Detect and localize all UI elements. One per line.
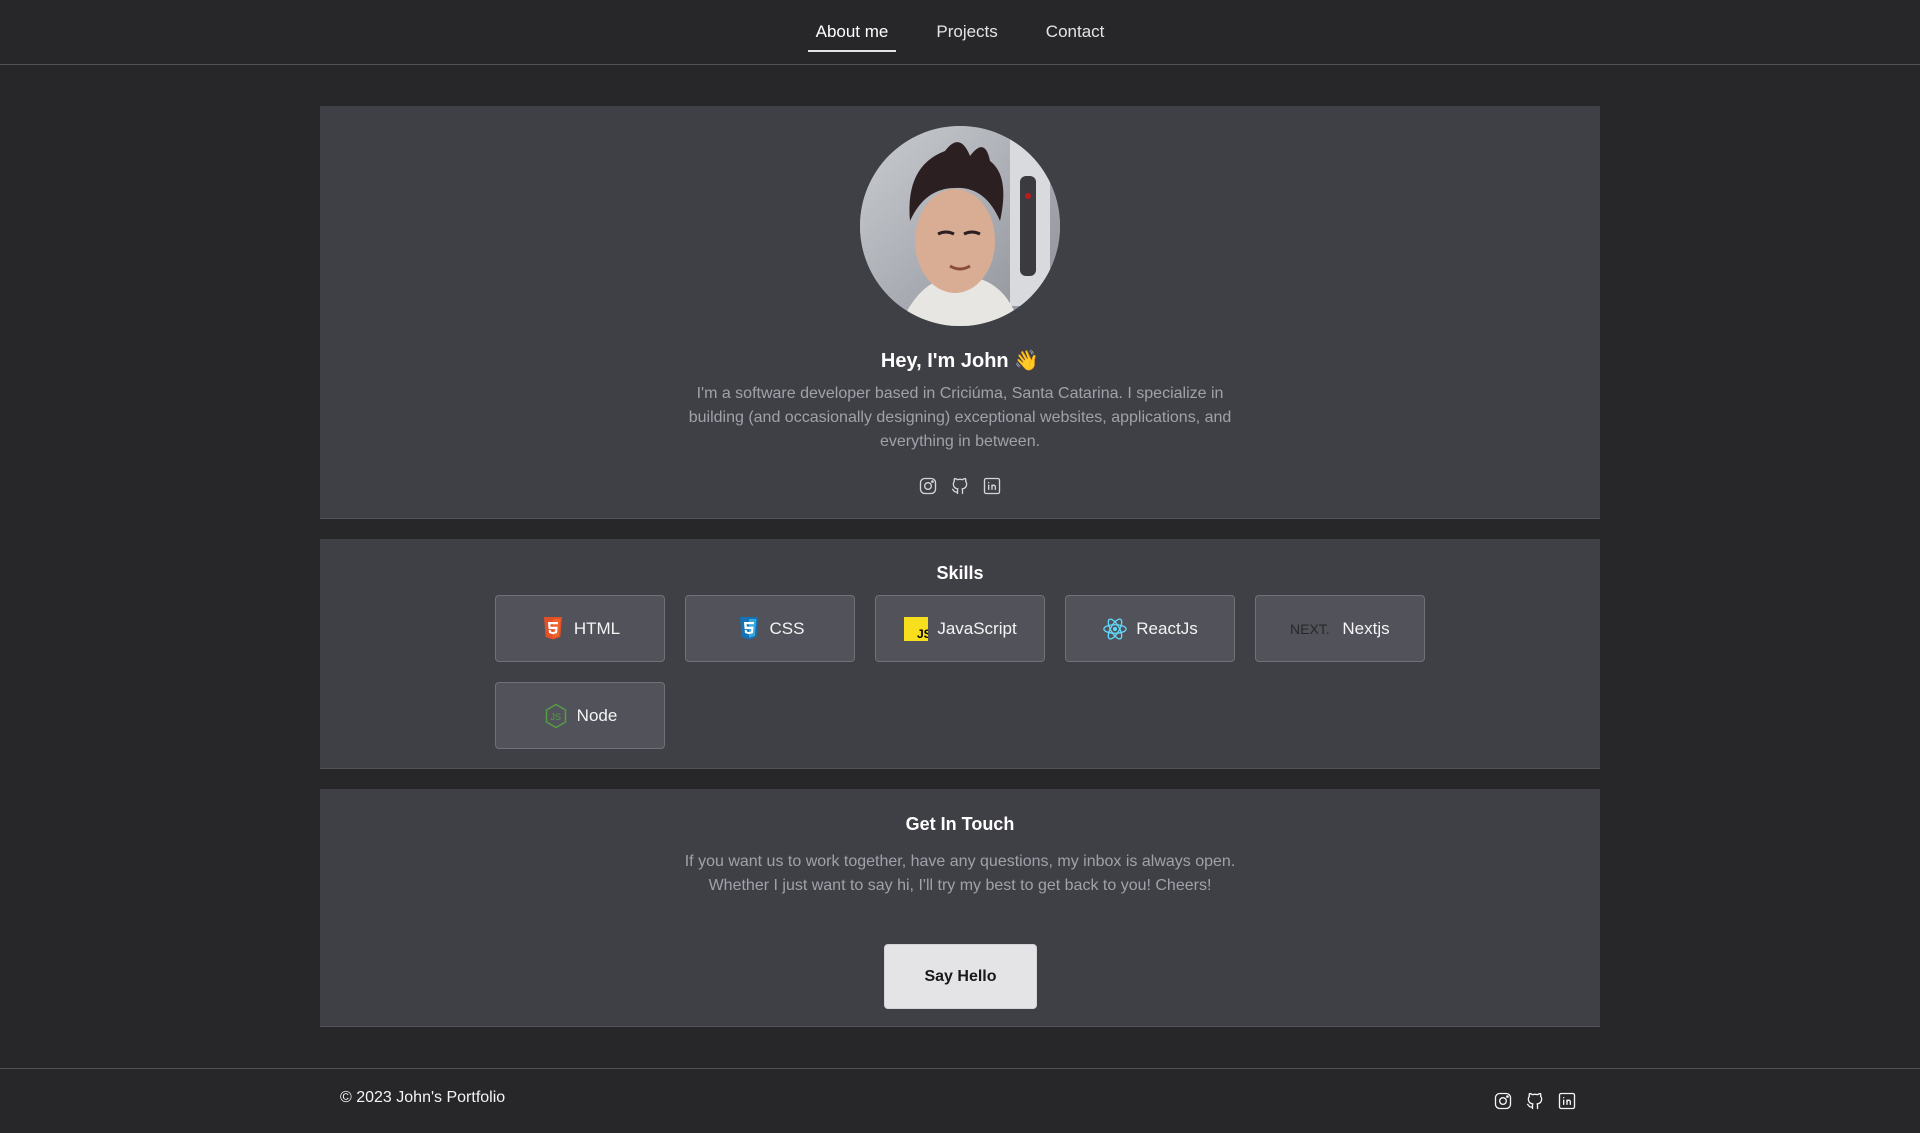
skill-label: HTML [573, 618, 621, 638]
nextjs-icon: NEXT. [1290, 616, 1334, 642]
contact-title: Get In Touch [905, 814, 1015, 834]
avatar [860, 126, 1060, 326]
svg-text:JS: JS [550, 712, 561, 722]
html5-icon [540, 616, 566, 642]
footer: © 2023 John's Portfolio [0, 1068, 1920, 1133]
greeting-heading: Hey, I'm John 👋 [880, 350, 1040, 372]
skill-nextjs[interactable]: NEXT. Nextjs [1255, 595, 1425, 662]
instagram-icon[interactable] [918, 476, 938, 496]
linkedin-icon[interactable] [982, 476, 1002, 496]
skills-title: Skills [936, 563, 984, 583]
say-hello-button[interactable]: Say Hello [884, 944, 1037, 1009]
contact-card: Get In Touch If you want us to work toge… [320, 789, 1600, 1027]
react-icon [1102, 616, 1128, 642]
copyright-text: © 2023 John's Portfolio [340, 1089, 506, 1106]
skill-label: Node [576, 705, 618, 725]
instagram-icon[interactable] [1493, 1091, 1513, 1111]
skill-html[interactable]: HTML [495, 595, 665, 662]
about-card: Hey, I'm John 👋 I'm a software developer… [320, 106, 1600, 519]
social-links [320, 476, 1600, 496]
linkedin-icon[interactable] [1557, 1091, 1577, 1111]
nav-menu: About me Projects Contact [807, 0, 1113, 64]
nav-about-me[interactable]: About me [807, 0, 897, 64]
javascript-icon: JS [903, 616, 929, 642]
skill-javascript[interactable]: JS JavaScript [875, 595, 1045, 662]
top-navigation: About me Projects Contact [0, 0, 1920, 65]
skill-reactjs[interactable]: ReactJs [1065, 595, 1235, 662]
github-icon[interactable] [1525, 1091, 1545, 1111]
css3-icon [736, 616, 762, 642]
nav-contact[interactable]: Contact [1038, 0, 1113, 64]
bio-text: I'm a software developer based in Criciú… [688, 385, 1232, 450]
github-icon[interactable] [950, 476, 970, 496]
skill-node[interactable]: JS Node [495, 682, 665, 749]
main-content: Hey, I'm John 👋 I'm a software developer… [0, 65, 1920, 1068]
svg-text:NEXT.: NEXT. [1290, 621, 1330, 637]
skill-label: CSS [769, 618, 805, 638]
avatar-illustration [860, 126, 1060, 326]
skills-card: Skills HTML CSS JS JavaScript ReactJs NE… [320, 539, 1600, 769]
skill-label: Nextjs [1342, 618, 1390, 638]
footer-social-links [1493, 1091, 1577, 1111]
nodejs-icon: JS [543, 703, 569, 729]
nav-projects[interactable]: Projects [928, 0, 1005, 64]
skill-label: ReactJs [1136, 618, 1198, 638]
svg-text:JS: JS [917, 627, 928, 641]
contact-text: If you want us to work together, have an… [684, 853, 1236, 894]
skills-grid: HTML CSS JS JavaScript ReactJs NEXT. Nex… [495, 595, 1425, 749]
skill-css[interactable]: CSS [685, 595, 855, 662]
skill-label: JavaScript [937, 618, 1017, 638]
